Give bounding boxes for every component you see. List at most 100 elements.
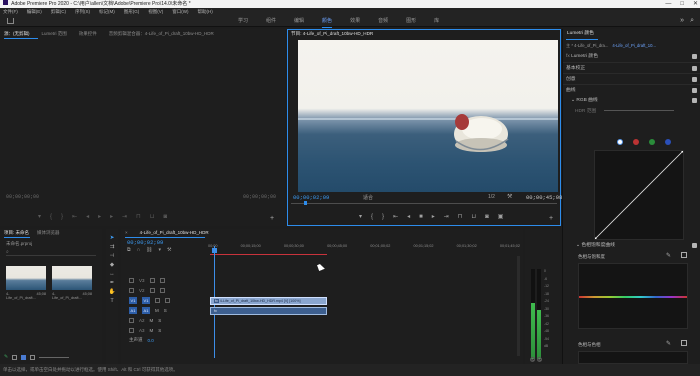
solo-button[interactable]: S xyxy=(158,328,161,333)
master-value[interactable]: 0.0 xyxy=(148,338,154,343)
menu-clip[interactable]: 剪辑(C) xyxy=(51,8,66,16)
mark-out-icon[interactable]: } xyxy=(382,213,384,221)
lumetri-preset-row[interactable]: fx Lumetri 颜色 xyxy=(563,51,700,62)
tab-audio-mixer[interactable]: 音频剪辑混合器：4-Life_of_Pi_draft_10bw-HD_HDR xyxy=(109,30,214,38)
icon-view-icon[interactable] xyxy=(21,354,27,360)
tab-project[interactable]: 项目: 未命名 xyxy=(4,229,29,237)
section-basic-correction[interactable]: 基本校正 xyxy=(563,62,700,73)
track-v2[interactable]: V2 xyxy=(121,285,207,295)
eyedropper-icon[interactable]: ✎ xyxy=(666,252,671,259)
nest-icon[interactable]: ⧉ xyxy=(127,247,131,253)
menu-view[interactable]: 视图(V) xyxy=(148,8,163,16)
menu-file[interactable]: 文件(F) xyxy=(3,8,18,16)
project-item[interactable]: 4-Life_of_Pi_draft... 45;08 xyxy=(6,266,46,300)
source-patch-a1[interactable]: A1 xyxy=(129,306,137,314)
go-to-out-icon[interactable]: ⇥ xyxy=(444,213,449,221)
program-fit-dropdown[interactable]: 适合 xyxy=(363,194,373,201)
minimize-button[interactable]: — xyxy=(665,0,671,8)
home-icon[interactable] xyxy=(7,18,14,24)
go-in-icon[interactable]: ⇤ xyxy=(72,213,77,221)
tab-sequence[interactable]: 4-Life_of_Pi_draft_10bw-HD_HDR xyxy=(140,229,209,237)
hand-tool-icon[interactable]: ✋ xyxy=(109,289,116,295)
workspace-color[interactable]: 颜色 xyxy=(322,16,333,28)
zoom-slider[interactable] xyxy=(39,356,70,358)
project-item[interactable]: 4-Life_of_Pi_draft... 45;08 xyxy=(52,266,92,300)
menu-graphics[interactable]: 图形(G) xyxy=(124,8,140,16)
settings-icon[interactable]: ⚒ xyxy=(167,247,171,253)
play-icon[interactable]: ▸ xyxy=(98,213,101,221)
insert-icon[interactable]: ⊓ xyxy=(136,213,141,221)
curves-toggle[interactable] xyxy=(692,88,697,93)
search-icon[interactable]: ⌕ xyxy=(690,17,694,25)
hdr-slider-track[interactable] xyxy=(603,110,674,112)
tab-lumetri-scopes[interactable]: Lumetri 范围 xyxy=(42,30,67,38)
program-timecode[interactable]: 00;00;02;09 xyxy=(293,194,329,201)
workspace-effects[interactable]: 效果 xyxy=(350,16,360,28)
mute-button[interactable]: M xyxy=(150,318,154,323)
maximize-button[interactable]: □ xyxy=(680,0,684,8)
lumetri-sequence-clip[interactable]: 4-Life_of_Pi_draft_10... xyxy=(612,43,656,49)
white-channel-dot[interactable] xyxy=(617,139,623,145)
rgb-curve-row[interactable]: ⌄ RGB 曲线 xyxy=(563,95,700,106)
ripple-edit-icon[interactable]: ⊣ xyxy=(110,253,115,259)
track-label[interactable]: A1 xyxy=(142,306,150,314)
hsl-curves-row[interactable]: ⌄ 色相饱和度曲线 xyxy=(572,240,700,251)
bracket-out-icon[interactable]: } xyxy=(61,213,63,221)
workspace-learn[interactable]: 学习 xyxy=(238,16,248,28)
sync-lock-icon[interactable] xyxy=(149,287,155,293)
solo-right-button[interactable]: S xyxy=(537,357,542,362)
marker-icon[interactable]: ▾ xyxy=(159,247,162,253)
step-back-icon[interactable]: ◂ xyxy=(86,213,89,221)
track-select-icon[interactable]: ⇉ xyxy=(110,244,115,250)
expand-icon[interactable]: » xyxy=(680,17,684,25)
track-v3[interactable]: V3 xyxy=(121,275,207,285)
master-track[interactable]: 主声道 0.0 xyxy=(121,335,207,345)
work-area-bar[interactable] xyxy=(210,254,327,255)
close-icon[interactable]: × xyxy=(125,229,128,237)
add-marker-icon[interactable]: ▾ xyxy=(359,213,362,221)
workspace-graphics[interactable]: 图形 xyxy=(406,16,416,28)
list-view-icon[interactable] xyxy=(12,354,18,360)
camera-icon[interactable]: ◙ xyxy=(164,213,168,221)
hsl-curves-toggle[interactable] xyxy=(692,243,697,248)
wrench-icon[interactable]: ⚒ xyxy=(507,193,512,200)
hue-vs-hue-graph[interactable] xyxy=(578,351,688,364)
sync-lock-icon[interactable] xyxy=(155,297,160,303)
blue-channel-dot[interactable] xyxy=(665,139,671,145)
project-search-input[interactable]: ⌕ xyxy=(6,249,96,256)
source-timecode[interactable]: 00;00;00;00 xyxy=(6,194,39,200)
step-forward-icon[interactable]: ▸ xyxy=(432,213,435,221)
audio-clip[interactable]: fx xyxy=(210,307,327,315)
rgb-curve-graph[interactable] xyxy=(593,149,685,241)
mark-in-icon[interactable]: { xyxy=(371,213,373,221)
lock-icon[interactable] xyxy=(129,287,134,293)
program-playhead-marker[interactable] xyxy=(304,201,307,205)
reset-icon[interactable] xyxy=(681,252,687,258)
eye-icon[interactable] xyxy=(165,297,170,303)
workspace-assembly[interactable]: 组件 xyxy=(266,16,276,28)
menu-help[interactable]: 帮助(H) xyxy=(198,8,213,16)
stop-icon[interactable]: ■ xyxy=(419,213,423,221)
eye-icon[interactable] xyxy=(159,277,165,283)
lumetri-source-clip[interactable]: 主 * 4-Life_of_Pi_dra... xyxy=(566,43,608,49)
overwrite-icon[interactable]: ⊔ xyxy=(150,213,155,221)
track-v1[interactable]: V1 V1 xyxy=(121,295,207,305)
linked-icon[interactable]: ⛓ xyxy=(146,247,152,253)
track-a3[interactable]: A3 M S xyxy=(121,325,207,335)
program-scrubber[interactable] xyxy=(291,203,557,204)
reset-icon-2[interactable] xyxy=(681,340,687,346)
step-forward-icon[interactable]: ▸ xyxy=(110,213,113,221)
eye-icon[interactable] xyxy=(159,287,165,293)
lock-icon[interactable] xyxy=(129,327,134,333)
solo-button[interactable]: S xyxy=(158,318,161,323)
mute-button[interactable]: M xyxy=(150,328,154,333)
slip-tool-icon[interactable]: ↔ xyxy=(109,271,115,277)
pen-tool-icon[interactable]: ✒ xyxy=(110,280,115,286)
mark-in-icon[interactable]: ▾ xyxy=(38,213,41,221)
workspace-editing[interactable]: 编辑 xyxy=(294,16,304,28)
track-label[interactable]: V1 xyxy=(142,296,150,304)
compare-icon[interactable]: ▣ xyxy=(498,213,504,221)
sync-lock-icon[interactable] xyxy=(149,277,155,283)
razor-tool-icon[interactable]: ◆ xyxy=(110,262,114,268)
tab-effect-controls[interactable]: 效果控件 xyxy=(79,30,97,38)
